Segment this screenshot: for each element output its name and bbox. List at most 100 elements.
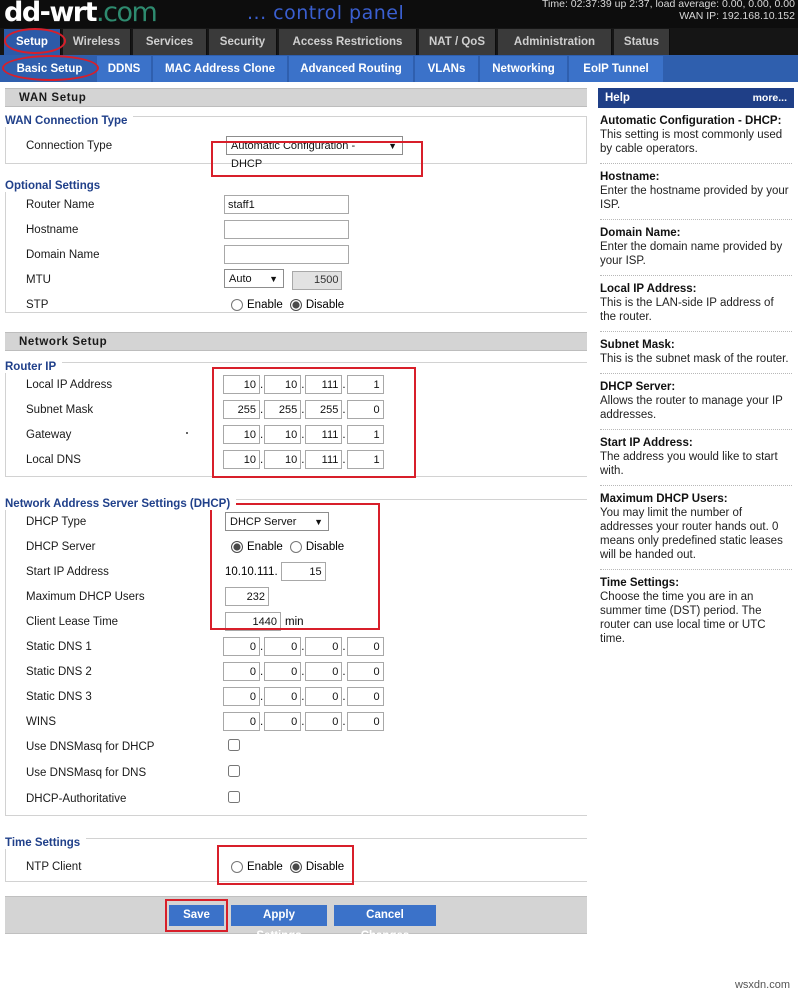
wins-octet-1[interactable] [223,712,260,732]
subnet-mask-octet-3[interactable] [305,400,343,420]
subnet-mask-octet-4[interactable] [346,400,384,420]
help-item-desc: Enter the domain name provided by your I… [600,241,783,267]
sub-nav: Basic Setup DDNS MAC Address Clone Advan… [0,55,798,82]
local-ip-octet-4[interactable] [346,375,384,395]
label-mtu: MTU [26,273,51,286]
dhcp-server-enable-radio[interactable] [231,540,243,553]
subnav-tab-ddns[interactable]: DDNS [97,56,151,82]
subnet-mask-octet-1[interactable] [223,400,260,420]
dhcp-server-disable-option[interactable]: Disable [289,540,344,553]
help-title: Help [605,92,630,104]
help-item: Time Settings: Choose the time you are i… [600,577,792,653]
label-stp: STP [26,298,49,311]
local-dns-octet-1[interactable] [223,450,260,470]
local-dns-octet-2[interactable] [264,450,302,470]
help-item: Start IP Address: The address you would … [600,437,792,486]
domain-name-input[interactable] [224,245,349,265]
use-dnsmasq-for-dhcp-checkbox[interactable] [228,739,240,751]
group-router-ip: Router IP Local IP Address ... Subnet Ma… [5,361,587,478]
nav-tab-wireless[interactable]: Wireless [63,29,131,55]
group-wan-connection-type: WAN Connection Type Connection Type Auto… [5,115,587,177]
ntp-enable-radio[interactable] [231,860,243,873]
connection-type-value: Automatic Configuration - DHCP [231,140,356,170]
maximum-dhcp-users-input[interactable] [225,587,269,607]
label-start-ip-address: Start IP Address [26,565,109,578]
static-dns-1-octet-3[interactable] [305,637,343,657]
wins-octet-2[interactable] [264,712,302,732]
page-content: WAN Setup WAN Connection Type Connection… [0,82,798,995]
gateway-octet-2[interactable] [264,425,302,445]
ntp-disable-option[interactable]: Disable [289,860,344,873]
static-dns-3-octet-3[interactable] [305,687,343,707]
nav-tab-access-restrictions[interactable]: Access Restrictions [279,29,417,55]
chevron-down-icon: ▼ [269,274,278,285]
gateway-octet-3[interactable] [305,425,343,445]
mtu-mode-select[interactable]: Auto ▼ [224,269,284,289]
subnav-tab-basic-setup[interactable]: Basic Setup [4,56,95,82]
mtu-value-input[interactable] [292,270,343,290]
wins-octet-3[interactable] [305,712,343,732]
router-name-input[interactable] [224,195,349,215]
static-dns-1-octet-4[interactable] [346,637,384,657]
subnet-mask-octet-2[interactable] [264,400,302,420]
status-readout: Time: 02:37:39 up 2:37, load average: 0.… [542,0,795,22]
connection-type-select[interactable]: Automatic Configuration - DHCP ▼ [226,136,403,170]
dhcp-authoritative-checkbox[interactable] [228,791,240,803]
nav-tab-setup[interactable]: Setup [4,29,61,55]
static-dns-2-octet-4[interactable] [346,662,384,682]
ntp-disable-radio[interactable] [289,860,302,873]
status-wan-ip: WAN IP: 192.168.10.152 [679,10,795,22]
dhcp-server-enable-option[interactable]: Enable [231,540,283,553]
ntp-enable-option[interactable]: Enable [231,860,283,873]
static-dns-3-octet-2[interactable] [264,687,302,707]
use-dnsmasq-for-dns-checkbox[interactable] [228,765,240,777]
subnav-tab-networking[interactable]: Networking [480,56,567,82]
help-item: Local IP Address: This is the LAN-side I… [600,283,792,332]
nav-tab-administration[interactable]: Administration [498,29,612,55]
static-dns-3-octet-4[interactable] [346,687,384,707]
label-dhcp-type: DHCP Type [26,515,87,528]
help-more-link[interactable]: more... [753,88,787,108]
stp-disable-option[interactable]: Disable [289,298,344,311]
subnav-tab-eoip-tunnel[interactable]: EoIP Tunnel [569,56,663,82]
main-nav: Setup Wireless Services Security Access … [0,28,798,55]
stp-enable-radio[interactable] [231,298,243,311]
nav-tab-security[interactable]: Security [209,29,277,55]
client-lease-time-input[interactable] [225,612,281,631]
label-client-lease-time: Client Lease Time [26,615,119,628]
hostname-input[interactable] [224,220,349,240]
cancel-changes-button[interactable]: Cancel Changes [334,905,436,942]
apply-settings-button[interactable]: Apply Settings [231,905,327,942]
dhcp-server-disable-radio[interactable] [289,540,302,553]
subnav-tab-mac-address-clone[interactable]: MAC Address Clone [153,56,287,82]
static-dns-1-octet-1[interactable] [223,637,260,657]
local-ip-octet-1[interactable] [223,375,260,395]
static-dns-3-octet-1[interactable] [223,687,260,707]
static-dns-2-octet-1[interactable] [223,662,260,682]
group-time-settings: Time Settings NTP Client Enable Disable [5,837,587,885]
nav-tab-services[interactable]: Services [133,29,207,55]
nav-tab-nat-qos[interactable]: NAT / QoS [419,29,496,55]
local-dns-octet-3[interactable] [305,450,343,470]
help-item: Subnet Mask: This is the subnet mask of … [600,339,792,374]
stp-enable-option[interactable]: Enable [231,298,283,311]
local-ip-octet-3[interactable] [305,375,343,395]
help-panel-body: Automatic Configuration - DHCP: This set… [598,108,794,653]
start-ip-last-octet-input[interactable] [280,562,326,581]
dhcp-type-select[interactable]: DHCP Server ▼ [225,512,329,531]
local-ip-octet-2[interactable] [264,375,302,395]
wins-octet-4[interactable] [346,712,384,732]
gateway-octet-4[interactable] [346,425,384,445]
help-item-title: DHCP Server: [600,381,676,393]
static-dns-2-octet-3[interactable] [305,662,343,682]
local-dns-octet-4[interactable] [346,450,384,470]
chevron-down-icon: ▼ [314,517,323,527]
gateway-octet-1[interactable] [223,425,260,445]
subnav-tab-vlans[interactable]: VLANs [415,56,478,82]
static-dns-2-octet-2[interactable] [264,662,302,682]
stp-disable-radio[interactable] [289,298,302,311]
static-dns-1-octet-2[interactable] [264,637,302,657]
subnav-tab-advanced-routing[interactable]: Advanced Routing [289,56,413,82]
save-button[interactable]: Save [169,905,224,926]
nav-tab-status[interactable]: Status [614,29,670,55]
